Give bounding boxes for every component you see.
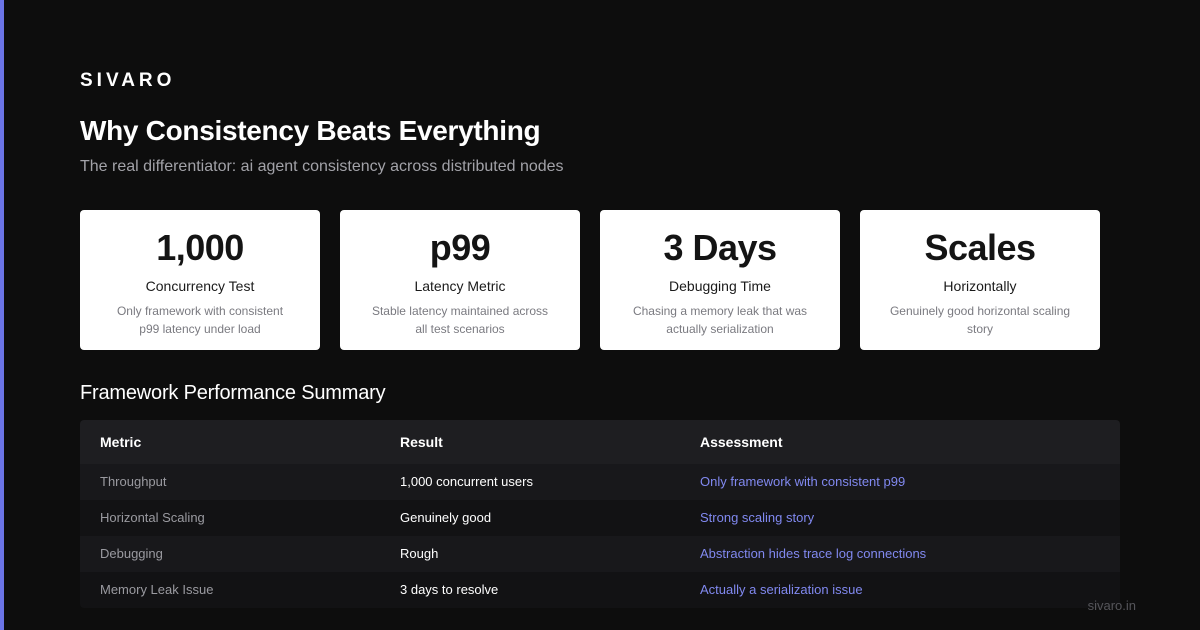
stat-cards: 1,000 Concurrency Test Only framework wi… xyxy=(80,210,1100,350)
metric-cell: Memory Leak Issue xyxy=(100,582,214,597)
assessment-cell: Actually a serialization issue xyxy=(700,582,863,597)
page-subtitle: The real differentiator: ai agent consis… xyxy=(80,158,564,175)
metric-cell: Throughput xyxy=(100,474,167,489)
assessment-cell: Strong scaling story xyxy=(700,510,815,525)
stat-card: Scales Horizontally Genuinely good horiz… xyxy=(860,210,1100,350)
result-cell: 3 days to resolve xyxy=(400,582,499,597)
accent-bar xyxy=(0,0,4,630)
metric-cell: Horizontal Scaling xyxy=(100,510,205,525)
column-header-metric: Metric xyxy=(100,434,142,450)
stat-label: Latency Metric xyxy=(414,278,506,294)
page-title: Why Consistency Beats Everything xyxy=(80,115,541,146)
assessment-cell: Only framework with consistent p99 xyxy=(700,474,906,489)
stat-card: 3 Days Debugging Time Chasing a memory l… xyxy=(600,210,840,350)
table-header-row: Metric Result Assessment xyxy=(80,420,1120,464)
assessment-cell: Abstraction hides trace log connections xyxy=(700,546,927,561)
stat-label: Debugging Time xyxy=(669,278,771,294)
metric-cell: Debugging xyxy=(100,546,163,561)
stat-card: p99 Latency Metric Stable latency mainta… xyxy=(340,210,580,350)
stat-description: Stable latency maintained across all tes… xyxy=(371,304,549,336)
stat-value: 1,000 xyxy=(156,227,244,268)
stat-value: p99 xyxy=(429,227,491,268)
stat-description: Chasing a memory leak that was actually … xyxy=(632,304,808,336)
result-cell: Rough xyxy=(400,546,439,561)
brand-logo: SIVARO xyxy=(80,70,176,91)
page: SIVARO Why Consistency Beats Everything … xyxy=(0,0,1200,630)
table-row: Throughput 1,000 concurrent users Only f… xyxy=(80,464,1120,500)
stat-description: Only framework with consistent p99 laten… xyxy=(116,304,284,336)
table-row: Debugging Rough Abstraction hides trace … xyxy=(80,536,1120,572)
result-cell: Genuinely good xyxy=(400,510,492,525)
column-header-result: Result xyxy=(400,434,443,450)
stat-card: 1,000 Concurrency Test Only framework wi… xyxy=(80,210,320,350)
stat-value: Scales xyxy=(924,227,1036,268)
table-row: Memory Leak Issue 3 days to resolve Actu… xyxy=(80,572,1120,608)
table-title: Framework Performance Summary xyxy=(80,382,386,404)
stat-label: Horizontally xyxy=(943,278,1017,294)
column-header-assessment: Assessment xyxy=(700,434,783,450)
stat-description: Genuinely good horizontal scaling story xyxy=(889,304,1071,336)
performance-table: Metric Result Assessment Throughput 1,00… xyxy=(80,420,1120,608)
footer-domain: sivaro.in xyxy=(1087,598,1136,613)
result-cell: 1,000 concurrent users xyxy=(400,474,533,489)
stat-value: 3 Days xyxy=(663,227,777,268)
stat-label: Concurrency Test xyxy=(145,278,255,294)
table-row: Horizontal Scaling Genuinely good Strong… xyxy=(80,500,1120,536)
